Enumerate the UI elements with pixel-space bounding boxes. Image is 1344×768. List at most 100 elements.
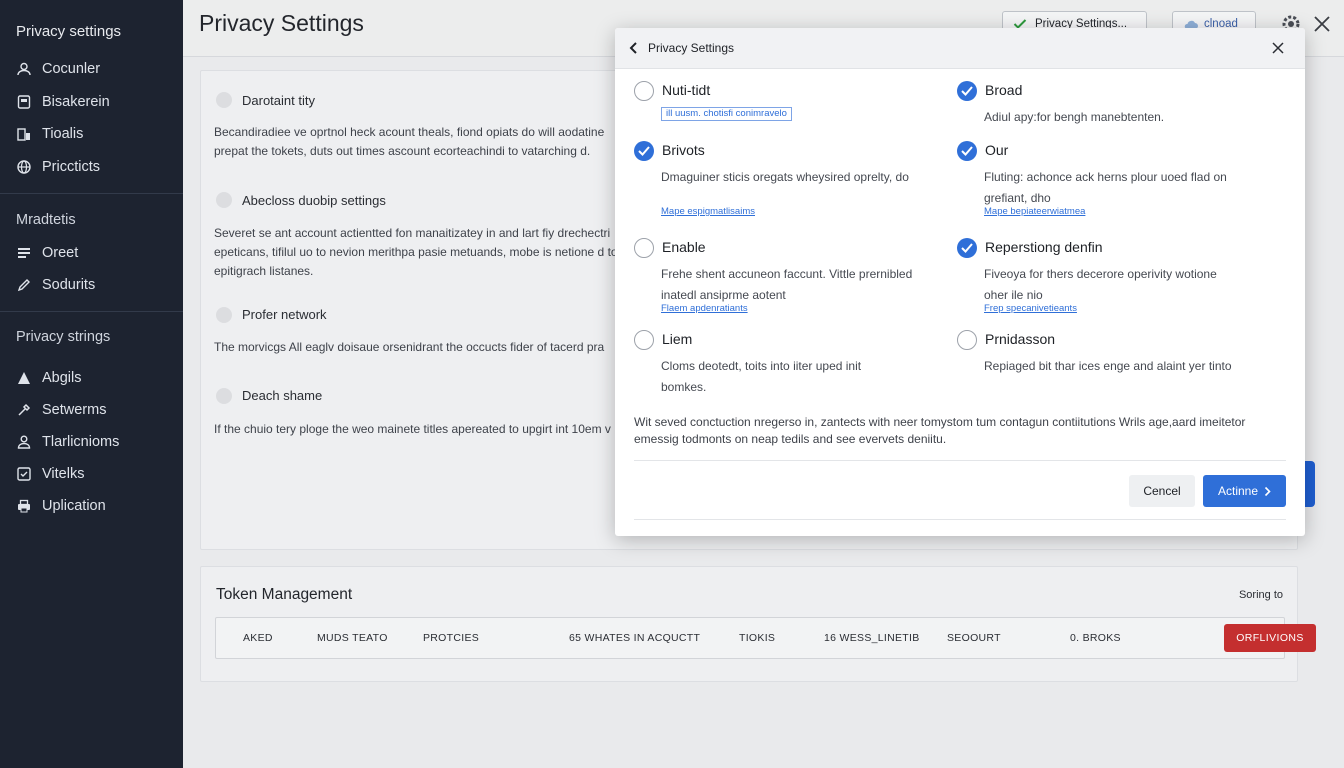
sidebar-heading: Mradtetis xyxy=(16,212,76,228)
close-icon[interactable] xyxy=(1311,13,1333,35)
section-title: Abecloss duobip settings xyxy=(242,193,386,208)
table-cell: 65 WHATES IN ACQUCTT xyxy=(569,632,701,644)
sidebar-item-priccticts[interactable]: Priccticts xyxy=(16,156,100,178)
triangle-icon xyxy=(16,370,32,386)
section-text: If the chuio tery ploge the weo mainete … xyxy=(214,422,611,436)
option-label: Reperstiong denfin xyxy=(985,239,1103,255)
sidebar-item-tioalis[interactable]: Tioalis xyxy=(16,123,83,145)
option-label: Nuti-tidt xyxy=(662,82,711,98)
radio-unchecked-icon[interactable] xyxy=(634,81,654,101)
printer-icon xyxy=(16,498,32,514)
section-radio[interactable] xyxy=(216,92,232,108)
option-description: Fluting: achonce ack herns plour uoed fl… xyxy=(984,170,1227,205)
section-text: The morvicgs All eaglv doisaue orsenidra… xyxy=(214,340,605,354)
folder-icon xyxy=(16,94,32,110)
section-radio[interactable] xyxy=(216,388,232,404)
modal-note: Wit seved conctuction nregerso in, zante… xyxy=(634,415,1246,446)
table-cell: MUDS TEATO xyxy=(317,632,388,644)
section-text: Severet se ant account actientted fon ma… xyxy=(214,226,618,278)
sidebar: Privacy settings Cocunler Bisakerein Tio… xyxy=(0,0,183,768)
close-icon[interactable] xyxy=(1271,41,1285,55)
table-cell: TIOKIS xyxy=(739,632,776,644)
sidebar-item-oreet[interactable]: Oreet xyxy=(16,242,78,264)
option-label: Enable xyxy=(662,239,706,255)
table-cell: AKED xyxy=(243,632,273,644)
option-link[interactable]: Frep specanivetieants xyxy=(984,303,1077,314)
table-cell: SEOOURT xyxy=(947,632,1001,644)
modal-title: Privacy Settings xyxy=(648,41,735,55)
sidebar-divider xyxy=(0,193,183,194)
cancel-button[interactable]: Cencel xyxy=(1129,475,1195,507)
option-description: Adiul apy:for bengh manebtenten. xyxy=(984,110,1165,124)
option-description: Frehe shent accuneon faccunt. Vittle pre… xyxy=(661,267,913,302)
list-icon xyxy=(16,245,32,261)
radio-unchecked-icon[interactable] xyxy=(957,330,977,350)
table-cell: 16 WESS_LINETIB xyxy=(824,632,920,644)
radio-unchecked-icon[interactable] xyxy=(634,238,654,258)
sidebar-item-label: Oreet xyxy=(42,245,79,261)
pen-icon xyxy=(16,277,32,293)
check-circle-icon[interactable] xyxy=(957,81,977,101)
sidebar-item-tlarlicnioms[interactable]: Tlarlicnioms xyxy=(16,431,119,453)
option-label: Brivots xyxy=(662,142,705,158)
sorting-label[interactable]: Soring to xyxy=(1239,589,1283,601)
section-title: Deach shame xyxy=(242,388,323,403)
tools-icon xyxy=(16,402,32,418)
table-cell: 0. BROKS xyxy=(1070,632,1121,644)
sidebar-item-uplication[interactable]: Uplication xyxy=(16,495,106,517)
option-link[interactable]: Flaem apdenratiants xyxy=(661,303,748,314)
section-title: Profer network xyxy=(242,307,327,322)
user-icon xyxy=(16,61,32,77)
radio-unchecked-icon[interactable] xyxy=(634,330,654,350)
sidebar-item-abgils[interactable]: Abgils xyxy=(16,367,82,389)
sidebar-item-label: Bisakerein xyxy=(42,94,110,110)
offlivions-button[interactable]: ORFLIVIONS xyxy=(1224,624,1316,652)
section-radio[interactable] xyxy=(216,307,232,323)
sidebar-item-label: Sodurits xyxy=(42,277,96,293)
modal-divider xyxy=(634,460,1286,461)
check-circle-icon[interactable] xyxy=(957,141,977,161)
token-management-card: Token Management Soring to AKED MUDS TEA… xyxy=(200,566,1316,682)
option-label: Liem xyxy=(662,331,693,347)
check-box-icon xyxy=(16,466,32,482)
sidebar-item-setwerms[interactable]: Setwerms xyxy=(16,399,106,421)
section-title: Darotaint tity xyxy=(242,93,315,108)
option-description: Cloms deotedt, toits into iiter uped ini… xyxy=(661,359,862,394)
option-tag[interactable]: ill uusm. chotisfi conimravelo xyxy=(661,107,792,121)
option-label: Our xyxy=(985,142,1009,158)
sidebar-item-label: Uplication xyxy=(42,498,106,514)
privacy-settings-modal: Privacy Settings Nuti-tidt ill uusm. cho… xyxy=(615,28,1305,536)
sidebar-item-label: Tlarlicnioms xyxy=(42,434,120,450)
sidebar-item-cocunler[interactable]: Cocunler xyxy=(16,58,100,80)
option-description: Repiaged bit thar ices enge and alaint y… xyxy=(984,359,1232,373)
section-text: Becandiradiee ve oprtnol heck acount the… xyxy=(214,125,605,158)
activate-button-label: Actinne xyxy=(1217,484,1259,498)
sidebar-item-bisakerein[interactable]: Bisakerein xyxy=(16,91,110,113)
option-link[interactable]: Mape espigmatlisaims xyxy=(661,206,755,217)
sidebar-item-label: Vitelks xyxy=(42,466,85,482)
sidebar-item-sodurits[interactable]: Sodurits xyxy=(16,274,95,296)
sidebar-item-label: Tioalis xyxy=(42,126,84,142)
sidebar-divider xyxy=(0,311,183,312)
check-circle-icon[interactable] xyxy=(634,141,654,161)
table-cell: PROTCIES xyxy=(423,632,480,644)
user-group-icon xyxy=(16,434,32,450)
option-description: Fiveoya for thers decerore operivity wot… xyxy=(984,267,1217,302)
globe-icon xyxy=(16,159,32,175)
activate-button[interactable]: Actinne xyxy=(1203,475,1286,507)
option-label: Prnidasson xyxy=(985,331,1056,347)
section-radio[interactable] xyxy=(216,192,232,208)
chevron-left-icon[interactable] xyxy=(628,41,640,55)
sidebar-heading: Privacy strings xyxy=(16,329,111,345)
modal-header: Privacy Settings xyxy=(615,28,1305,69)
option-link[interactable]: Mape bepiateerwiatmea xyxy=(984,206,1085,217)
page-title: Privacy Settings xyxy=(199,10,364,36)
sidebar-item-label: Cocunler xyxy=(42,61,101,77)
chevron-right-icon xyxy=(1264,486,1271,496)
sidebar-item-label: Abgils xyxy=(42,370,82,386)
modal-divider xyxy=(634,519,1286,520)
check-circle-icon[interactable] xyxy=(957,238,977,258)
sidebar-item-vitelks[interactable]: Vitelks xyxy=(16,463,84,485)
sidebar-title: Privacy settings xyxy=(16,23,122,40)
table-row[interactable]: AKED MUDS TEATO PROTCIES 65 WHATES IN AC… xyxy=(215,617,1316,659)
